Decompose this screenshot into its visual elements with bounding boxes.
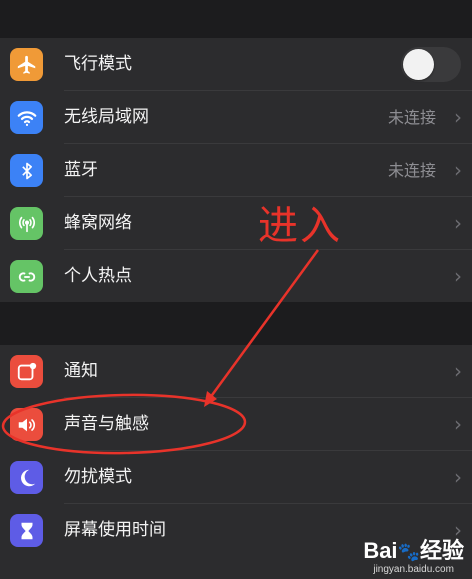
baidu-logo: Bai🐾经验 [363, 539, 464, 564]
bluetooth-status: 未连接 [387, 161, 436, 180]
toggle-knob [403, 49, 434, 80]
watermark-text: Bai [363, 538, 398, 563]
moon-icon [10, 461, 43, 494]
do-not-disturb-row[interactable]: 勿扰模式 › [0, 451, 472, 504]
top-spacer [0, 0, 472, 38]
cellular-row[interactable]: 蜂窝网络 › [0, 197, 472, 250]
cellular-icon [10, 207, 43, 240]
cellular-label: 蜂窝网络 [64, 213, 132, 233]
bluetooth-icon [10, 154, 43, 187]
notifications-row[interactable]: 通知 › [0, 345, 472, 398]
notifications-label: 通知 [64, 361, 98, 381]
chevron-right-icon: › [454, 264, 462, 288]
chevron-right-icon: › [454, 465, 462, 489]
hourglass-icon [10, 514, 43, 547]
chevron-right-icon: › [454, 211, 462, 235]
bluetooth-label: 蓝牙 [64, 160, 98, 180]
annotation-label: 进入 [258, 203, 342, 249]
sound-row[interactable]: 声音与触感 › [0, 398, 472, 451]
sound-label: 声音与触感 [64, 414, 149, 434]
do-not-disturb-label: 勿扰模式 [64, 467, 132, 487]
baidu-watermark: Bai🐾经验 jingyan.baidu.com [363, 539, 464, 576]
hotspot-row[interactable]: 个人热点 › [0, 250, 472, 303]
bluetooth-row[interactable]: 蓝牙 未连接 › [0, 144, 472, 197]
airplane-mode-label: 飞行模式 [64, 54, 132, 74]
hotspot-icon [10, 260, 43, 293]
chevron-right-icon: › [454, 105, 462, 129]
sound-icon [10, 408, 43, 441]
wifi-icon [10, 101, 43, 134]
watermark-url: jingyan.baidu.com [373, 564, 454, 575]
chevron-right-icon: › [454, 412, 462, 436]
airplane-mode-toggle[interactable] [401, 47, 461, 82]
screen-time-label: 屏幕使用时间 [64, 520, 166, 540]
notifications-icon [10, 355, 43, 388]
settings-group-connectivity: 飞行模式 无线局域网 未连接 › 蓝牙 未连接 › 蜂窝网络 › 个人热点 › [0, 38, 472, 302]
airplane-icon [10, 48, 43, 81]
paw-icon: 🐾 [397, 542, 420, 562]
chevron-right-icon: › [454, 158, 462, 182]
wifi-status: 未连接 [387, 108, 436, 127]
wifi-label: 无线局域网 [64, 107, 149, 127]
watermark-text: 经验 [419, 538, 464, 563]
airplane-mode-row[interactable]: 飞行模式 [0, 38, 472, 91]
chevron-right-icon: › [454, 359, 462, 383]
hotspot-label: 个人热点 [64, 266, 132, 286]
wifi-row[interactable]: 无线局域网 未连接 › [0, 91, 472, 144]
